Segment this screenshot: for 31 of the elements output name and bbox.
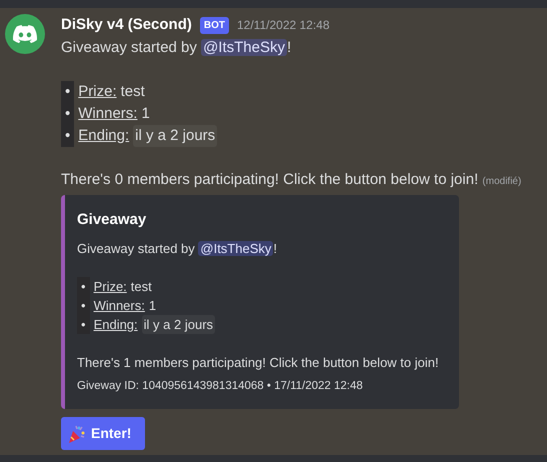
- message-text: Giveaway started by @ItsTheSky!: [61, 38, 292, 58]
- bullet: •: [77, 277, 90, 296]
- field-value: il y a 2 jours: [142, 315, 216, 334]
- message-text: Giveaway started by @ItsTheSky!: [77, 240, 278, 258]
- field-value: test: [130, 278, 152, 296]
- message-text: There's 0 members participating! Click the button below to join!: [61, 170, 480, 188]
- field-label: Ending:: [94, 316, 138, 334]
- author-name: DiSky v4 (Second): [61, 15, 192, 35]
- embed-footer: Giveway ID: 1040956143981314068 • 17/11/2022 12:48: [77, 378, 443, 396]
- field-label: Winners:: [94, 297, 145, 315]
- embed-text: There's 1 members participating! Click the button below to join!: [77, 355, 439, 370]
- embed-title: Giveaway: [77, 210, 148, 230]
- field-label: Winners:: [78, 104, 138, 124]
- edited-label: (modifié): [482, 176, 522, 186]
- field-value: test: [120, 82, 145, 102]
- bullet: •: [77, 296, 90, 315]
- bullet: •: [77, 315, 90, 334]
- bullet: •: [61, 124, 74, 146]
- field-label: Ending:: [78, 126, 130, 146]
- timestamp: 12/11/2022 12:48: [237, 17, 330, 34]
- bullet: •: [61, 102, 74, 124]
- field-label: Prize:: [78, 82, 117, 102]
- field-value: 1: [148, 297, 156, 315]
- avatar-icon: [5, 14, 45, 54]
- enter-button[interactable]: Enter!: [61, 417, 146, 450]
- bullet: •: [61, 80, 74, 102]
- field-label: Prize:: [94, 278, 127, 296]
- party-popper-icon: [67, 424, 87, 444]
- field-value: 1: [141, 104, 150, 124]
- bot-tag: BOT: [200, 16, 229, 34]
- field-value: il y a 2 jours: [133, 124, 218, 146]
